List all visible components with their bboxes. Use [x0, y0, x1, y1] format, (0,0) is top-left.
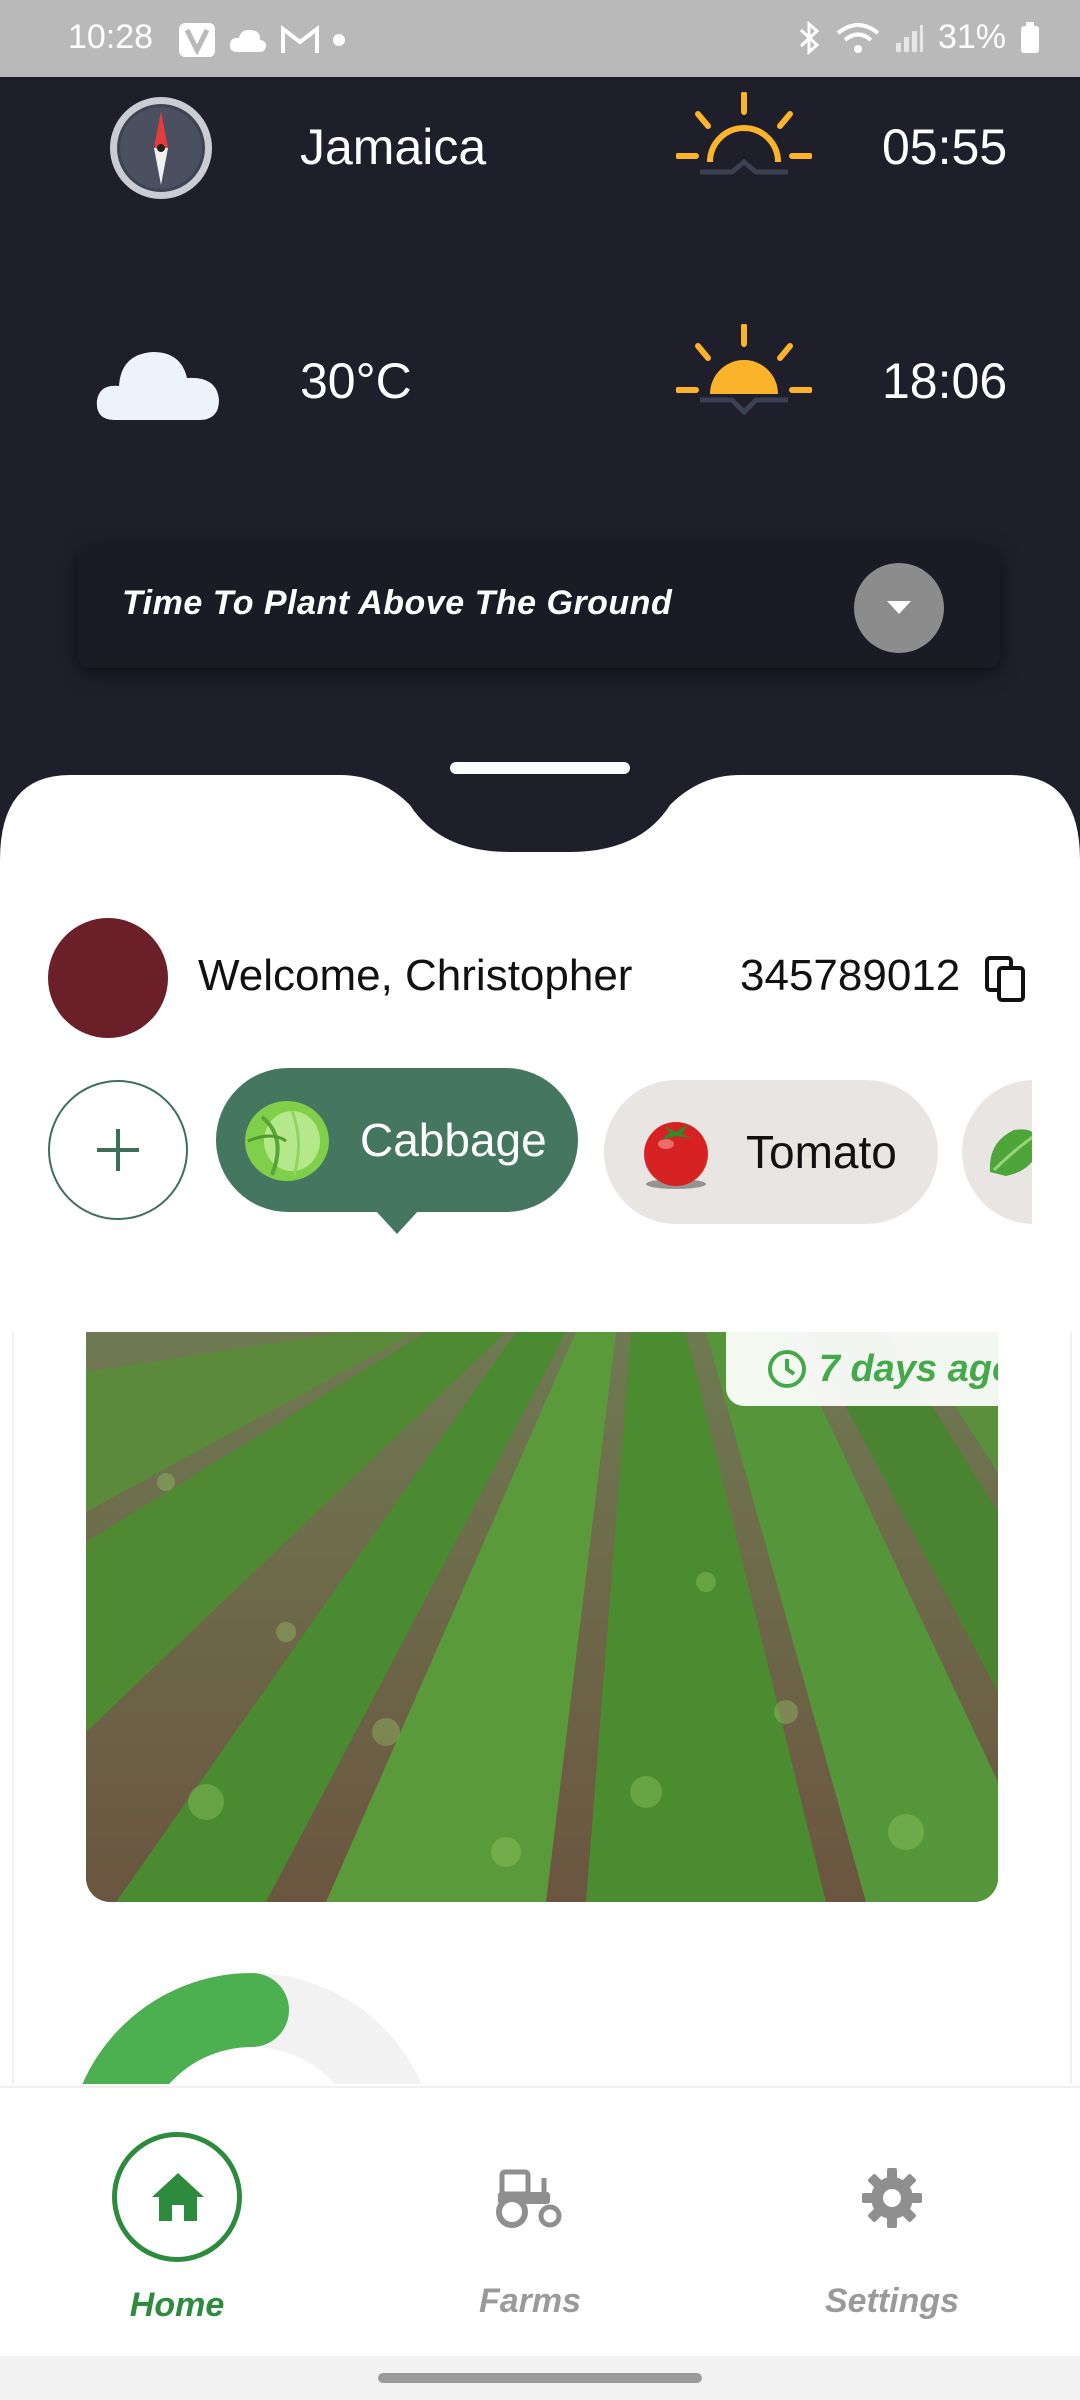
plus-icon — [97, 1129, 139, 1171]
crop-label: Cabbage — [360, 1114, 547, 1166]
account-number: 345789012 — [740, 951, 961, 1000]
post-time-badge: 7 days ago — [726, 1332, 998, 1406]
nav-home-label[interactable]: Home — [112, 2286, 242, 2325]
crop-label: Tomato — [746, 1126, 897, 1178]
post-time-ago: 7 days ago — [818, 1347, 998, 1390]
welcome-row: Welcome, Christopher 345789012 — [0, 918, 1080, 1040]
growth-progress-gauge — [82, 1973, 422, 2084]
avatar[interactable] — [48, 918, 168, 1038]
nav-home-button[interactable] — [112, 2132, 242, 2262]
add-crop-button[interactable] — [48, 1080, 188, 1220]
farm-content-area[interactable]: 7 days ago — [12, 1332, 1072, 2084]
copy-icon[interactable] — [985, 956, 1027, 1004]
gesture-bar — [0, 2356, 1080, 2400]
lettuce-icon — [989, 1129, 1032, 1176]
home-gesture-pill[interactable] — [378, 2373, 702, 2383]
home-icon — [152, 2173, 204, 2221]
cabbage-icon — [245, 1101, 329, 1181]
crop-chip-lettuce[interactable] — [962, 1080, 1032, 1224]
bottom-navigation: Home Farms Settings — [0, 2086, 1080, 2358]
welcome-text: Welcome, Christopher — [198, 951, 633, 1000]
field-image — [86, 1332, 998, 1902]
gear-icon[interactable] — [862, 2168, 922, 2228]
tractor-icon[interactable] — [494, 2168, 566, 2228]
tomato-icon — [644, 1122, 708, 1189]
crop-chip-tomato[interactable]: Tomato — [604, 1080, 938, 1224]
nav-settings-label[interactable]: Settings — [802, 2282, 982, 2321]
crop-selector: Cabbage Tomato — [0, 1066, 1032, 1246]
nav-farms-label[interactable]: Farms — [440, 2282, 620, 2321]
selected-chip-pointer — [375, 1210, 419, 1234]
farm-field-photo[interactable]: 7 days ago — [86, 1332, 998, 1902]
clock-icon — [767, 1350, 806, 1388]
crop-chip-cabbage[interactable]: Cabbage — [216, 1068, 578, 1212]
